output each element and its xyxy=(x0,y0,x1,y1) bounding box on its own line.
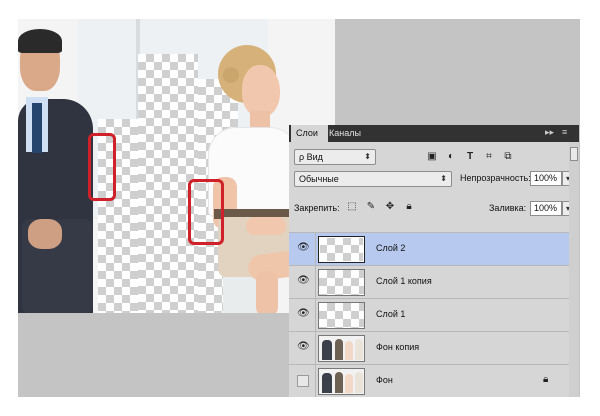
divider xyxy=(315,332,316,365)
lock-all-icon[interactable]: 🔒︎ xyxy=(403,201,415,213)
layer-name[interactable]: Слой 1 xyxy=(376,309,405,319)
visibility-toggle-empty[interactable] xyxy=(297,375,309,387)
document-image[interactable] xyxy=(18,19,335,313)
layer-row-layer-1[interactable]: 👁︎ Слой 1 xyxy=(289,298,569,332)
man-hair xyxy=(18,29,62,53)
blend-mode-label: Обычные xyxy=(299,174,339,184)
fill-input[interactable]: 100% xyxy=(530,201,562,216)
layers-list: 👁︎ Слой 2 👁︎ Слой 1 копия 👁︎ Слой 1 👁︎ Ф… xyxy=(289,232,569,397)
highlight-marker-left xyxy=(88,133,116,201)
filter-kind-label: ρ Вид xyxy=(299,152,323,162)
tab-layers[interactable]: Слои xyxy=(291,125,328,142)
blend-mode-select[interactable]: Обычные ⬍ xyxy=(294,171,452,187)
layer-name[interactable]: Фон xyxy=(376,375,393,385)
updown-arrow-icon: ⬍ xyxy=(364,152,371,161)
photoshop-window: Слои Каналы ▸▸ ≡ ρ Вид ⬍ ▣ ◐ T ⌗ ⧉ Обычн… xyxy=(18,19,580,397)
panel-scrollbar[interactable] xyxy=(569,142,579,397)
layer-name[interactable]: Фон копия xyxy=(376,342,419,352)
woman-face xyxy=(242,65,280,117)
opacity-label: Непрозрачность: xyxy=(460,173,531,183)
layer-thumbnail xyxy=(318,269,365,296)
man-hands xyxy=(28,219,62,249)
layer-thumbnail xyxy=(318,368,365,395)
eye-icon[interactable]: 👁︎ xyxy=(297,243,310,253)
scrollbar-thumb[interactable] xyxy=(570,147,578,161)
layer-name[interactable]: Слой 2 xyxy=(376,243,405,253)
smart-object-filter-icon[interactable]: ⧉ xyxy=(502,151,514,163)
opacity-input[interactable]: 100% xyxy=(530,171,562,186)
eye-icon[interactable]: 👁︎ xyxy=(297,276,310,286)
fill-label: Заливка: xyxy=(489,203,527,213)
divider xyxy=(315,233,316,266)
type-filter-icon[interactable]: T xyxy=(464,151,476,163)
double-chevron-right-icon[interactable]: ▸▸ xyxy=(545,127,554,138)
woman-leg-lower xyxy=(256,271,278,313)
woman-hands xyxy=(246,217,286,235)
lock-label: Закрепить: xyxy=(294,203,340,213)
lock-move-icon[interactable]: ✥ xyxy=(384,201,396,213)
highlight-marker-right xyxy=(188,179,224,245)
image-filter-icon[interactable]: ▣ xyxy=(426,151,438,163)
adjustment-filter-icon[interactable]: ◐ xyxy=(445,151,457,163)
layer-row-layer-2[interactable]: 👁︎ Слой 2 xyxy=(289,232,569,266)
filter-kind-select[interactable]: ρ Вид ⬍ xyxy=(294,149,376,165)
divider xyxy=(315,266,316,299)
lock-icon: 🔒︎ xyxy=(543,374,549,385)
woman-bun xyxy=(223,67,239,83)
layer-thumbnail xyxy=(318,236,365,263)
layer-row-background-copy[interactable]: 👁︎ Фон копия xyxy=(289,331,569,365)
layer-thumbnail xyxy=(318,335,365,362)
eye-icon[interactable]: 👁︎ xyxy=(297,342,310,352)
layer-row-background[interactable]: Фон 🔒︎ xyxy=(289,364,569,397)
layers-panel: Слои Каналы ▸▸ ≡ ρ Вид ⬍ ▣ ◐ T ⌗ ⧉ Обычн… xyxy=(289,125,579,397)
divider xyxy=(315,299,316,332)
panel-menu-icon[interactable]: ≡ xyxy=(562,127,567,137)
layer-name[interactable]: Слой 1 копия xyxy=(376,276,432,286)
layer-row-layer-1-copy[interactable]: 👁︎ Слой 1 копия xyxy=(289,265,569,299)
lock-brush-icon[interactable]: ✎ xyxy=(365,201,377,213)
man-tie xyxy=(32,103,42,153)
lock-transparent-icon[interactable]: ⬚ xyxy=(346,201,358,213)
tab-channels[interactable]: Каналы xyxy=(329,125,373,142)
layer-thumbnail xyxy=(318,302,365,329)
panel-tab-bar: Слои Каналы ▸▸ ≡ xyxy=(289,125,579,142)
divider xyxy=(315,365,316,397)
eye-icon[interactable]: 👁︎ xyxy=(297,309,310,319)
document-canvas-area[interactable]: Слои Каналы ▸▸ ≡ ρ Вид ⬍ ▣ ◐ T ⌗ ⧉ Обычн… xyxy=(18,19,580,397)
shape-filter-icon[interactable]: ⌗ xyxy=(483,151,495,163)
updown-arrow-icon: ⬍ xyxy=(440,174,447,183)
